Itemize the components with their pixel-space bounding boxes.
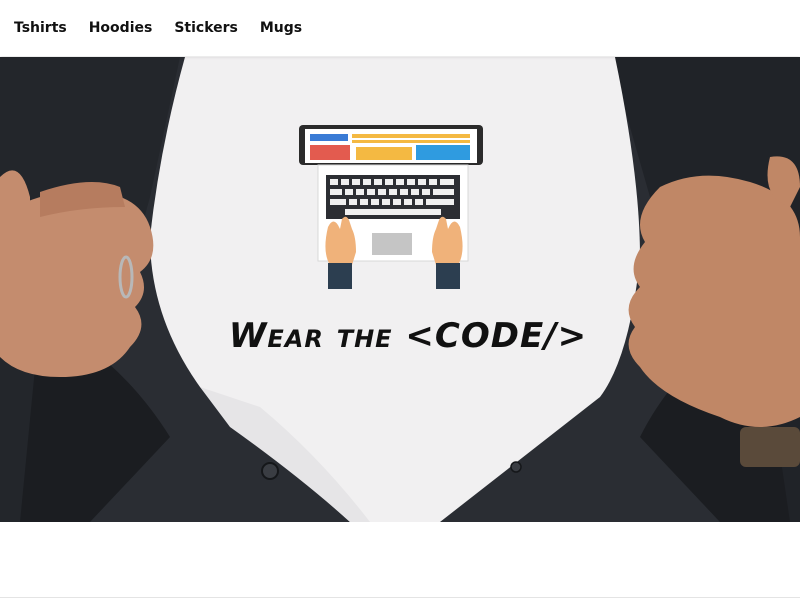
nav-menu: Tshirts Hoodies Stickers Mugs: [0, 0, 800, 56]
top-navbar: Tshirts Hoodies Stickers Mugs: [0, 0, 800, 56]
nav-item-stickers[interactable]: Stickers: [174, 20, 238, 36]
hero-headline: Wear the <CODE/>: [228, 316, 588, 356]
bottom-divider: [0, 597, 800, 598]
nav-item-hoodies[interactable]: Hoodies: [89, 20, 153, 36]
nav-item-mugs[interactable]: Mugs: [260, 20, 302, 36]
nav-item-tshirts[interactable]: Tshirts: [14, 20, 67, 36]
hero-banner: Wear the <CODE/>: [0, 57, 800, 522]
hero-image: [0, 57, 800, 522]
